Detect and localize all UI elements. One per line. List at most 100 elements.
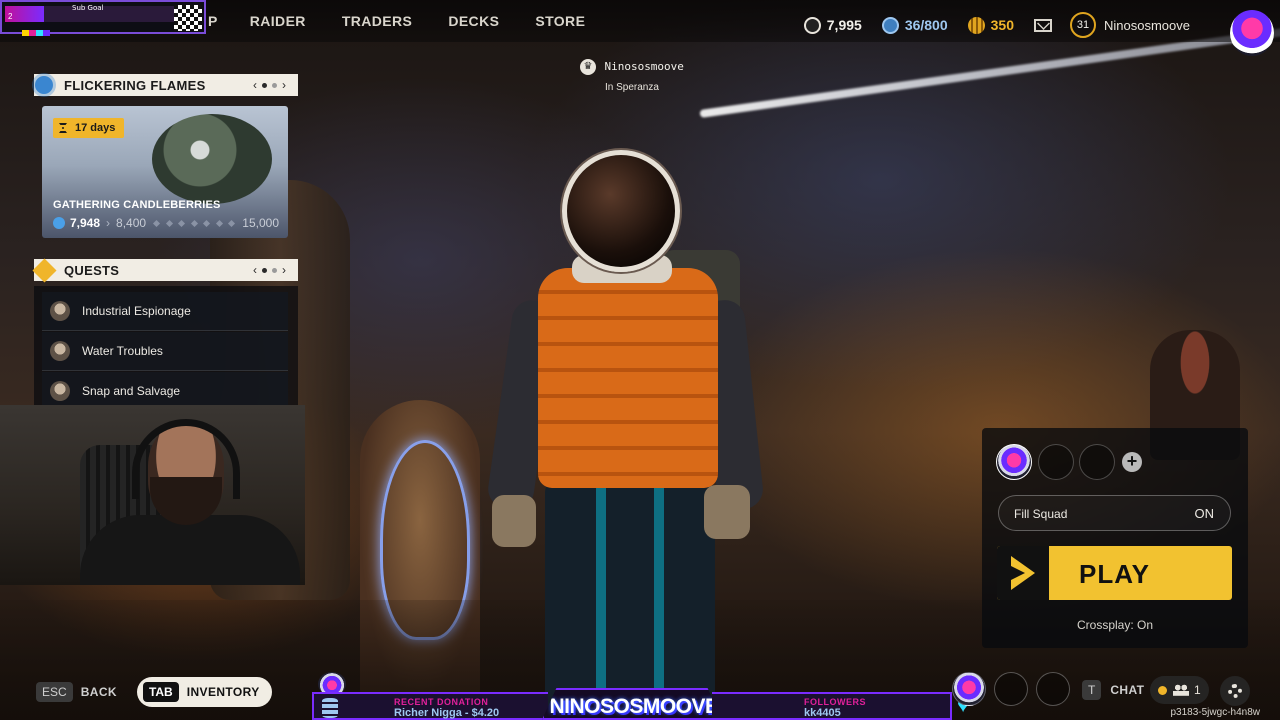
character-pants <box>545 480 715 720</box>
chevron-right-icon: › <box>106 216 111 230</box>
crown-icon: ♛ <box>580 58 596 75</box>
nav-item-decks[interactable]: DECKS <box>448 13 499 29</box>
quest-item[interactable]: Water Troubles <box>42 332 288 371</box>
squad-slot-empty[interactable] <box>1079 444 1115 480</box>
chat-button[interactable]: T CHAT <box>1082 680 1144 700</box>
nameplate-name: Ninososmoove <box>604 60 684 74</box>
subgoal-current: 2 <box>8 12 13 21</box>
coins-currency[interactable]: 7,995 <box>803 16 862 34</box>
streamer-webcam <box>0 405 305 585</box>
bottom-slot-empty[interactable] <box>1036 672 1070 706</box>
pager-dot <box>262 267 267 273</box>
add-squad-member-button[interactable]: + <box>1122 452 1142 472</box>
event-panel-header: FLICKERING FLAMES ‹ › <box>34 74 298 96</box>
nav-item-play[interactable]: P <box>208 13 218 29</box>
raider-character <box>485 150 770 720</box>
people-icon <box>1173 684 1189 696</box>
play-button[interactable]: PLAY <box>997 546 1232 600</box>
event-pager: ‹ › <box>253 78 286 92</box>
quest-item[interactable]: Industrial Espionage <box>42 292 288 331</box>
blue-currency[interactable]: 36/800 <box>881 16 948 34</box>
quest-label: Snap and Salvage <box>82 384 181 398</box>
blue-token-icon <box>881 16 899 34</box>
followers-box: FOLLOWERS kk4405 <box>712 692 952 720</box>
pager-dot <box>272 267 277 273</box>
status-dot-icon <box>1158 685 1167 695</box>
crossplay-status: Crossplay: On <box>1076 618 1154 632</box>
quest-giver-avatar <box>50 341 70 361</box>
squad-slot-empty[interactable] <box>1038 444 1074 480</box>
event-progress-current: 7,948 <box>70 216 101 230</box>
session-code: p3183-5jwgc-h4n8w <box>1170 707 1260 718</box>
tab-key-hint: TAB <box>142 682 179 702</box>
quests-list: Industrial Espionage Water Troubles Snap… <box>34 286 298 420</box>
event-progress-track <box>153 219 236 227</box>
character-glove-left <box>492 495 536 547</box>
top-navigation-bar: Sub Goal 2 10 P RAIDER TRADERS DECKS STO… <box>0 0 1280 56</box>
followers-value: kk4405 <box>804 707 841 719</box>
inventory-button[interactable]: TAB INVENTORY <box>136 677 272 707</box>
fill-squad-label: Fill Squad <box>1014 507 1068 521</box>
main-nav: P RAIDER TRADERS DECKS STORE <box>208 13 621 29</box>
quest-giver-avatar <box>50 381 70 401</box>
fill-squad-toggle[interactable]: Fill Squad ON <box>998 495 1231 531</box>
event-progress-max: 15,000 <box>242 216 279 230</box>
chevron-left-icon[interactable]: ‹ <box>253 263 257 277</box>
online-friends-button[interactable]: 1 <box>1150 676 1209 704</box>
chat-label: CHAT <box>1110 683 1145 697</box>
event-progress-next: 8,400 <box>116 216 147 230</box>
pager-dot <box>272 82 277 88</box>
recent-donation-box: RECENT DONATION Richer Nigga - $4.20 <box>312 692 548 720</box>
chevron-left-icon[interactable]: ‹ <box>253 78 257 92</box>
database-icon <box>322 698 338 718</box>
character-helmet <box>562 150 680 272</box>
play-label: PLAY <box>1079 559 1150 589</box>
headset-icon <box>132 419 240 499</box>
mail-icon[interactable] <box>1034 18 1052 32</box>
event-card[interactable]: 17 days GATHERING CANDLEBERRIES 7,948 › … <box>42 106 288 238</box>
channel-name-box: NINOSOSMOOVE <box>542 688 722 720</box>
event-task-title: GATHERING CANDLEBERRIES <box>53 199 221 211</box>
settings-button[interactable] <box>1220 676 1250 706</box>
chevron-right-icon[interactable]: › <box>282 263 286 277</box>
subgoal-label: Sub Goal <box>72 4 104 12</box>
nameplate-location: In Speranza <box>605 82 659 93</box>
quests-pager: ‹ › <box>253 263 286 277</box>
back-button[interactable]: BACK <box>81 685 117 699</box>
days-remaining-text: 17 days <box>75 122 116 134</box>
nav-item-raider[interactable]: RAIDER <box>250 13 306 29</box>
recent-donation-caption: RECENT DONATION <box>394 697 489 707</box>
player-nameplate: ♛ Ninososmoove In Speranza <box>580 58 684 93</box>
quests-icon-wrap <box>31 257 57 283</box>
gear-icon <box>1228 684 1242 698</box>
player-username[interactable]: Ninososmoove <box>1104 18 1190 33</box>
nav-item-traders[interactable]: TRADERS <box>342 13 412 29</box>
fill-squad-value: ON <box>1194 506 1215 521</box>
character-glove-right <box>704 485 750 539</box>
bottom-slot-self[interactable] <box>952 672 986 706</box>
gold-token-icon <box>967 16 985 34</box>
player-level-badge: 31 <box>1070 12 1096 38</box>
quest-diamond-icon <box>31 257 57 283</box>
quests-panel-header: QUESTS ‹ › <box>31 257 298 283</box>
quest-label: Industrial Espionage <box>82 304 191 318</box>
nav-item-store[interactable]: STORE <box>535 13 585 29</box>
event-progress: 7,948 › 8,400 15,000 <box>53 216 279 230</box>
gold-currency[interactable]: 350 <box>967 16 1014 34</box>
followers-caption: FOLLOWERS <box>804 697 866 707</box>
stream-overlay-bar: RECENT DONATION Richer Nigga - $4.20 NIN… <box>312 688 952 720</box>
event-title: FLICKERING FLAMES <box>64 78 206 93</box>
streamer-mascot-avatar <box>1230 10 1274 56</box>
candleberry-bush-image <box>152 114 272 204</box>
chat-key-hint: T <box>1082 680 1102 700</box>
recent-donation-value: Richer Nigga - $4.20 <box>394 707 500 719</box>
quests-title: QUESTS <box>64 263 120 278</box>
chevron-right-icon[interactable]: › <box>282 78 286 92</box>
subgoal-stripes <box>22 30 50 36</box>
bottom-slot-empty[interactable] <box>994 672 1028 706</box>
squad-panel: + Fill Squad ON PLAY Crossplay: On <box>982 428 1248 648</box>
blue-value: 36/800 <box>904 17 948 33</box>
squad-slot-self[interactable] <box>996 444 1032 480</box>
stream-subgoal-widget: Sub Goal 2 10 <box>0 0 206 36</box>
quest-label: Water Troubles <box>82 344 163 358</box>
